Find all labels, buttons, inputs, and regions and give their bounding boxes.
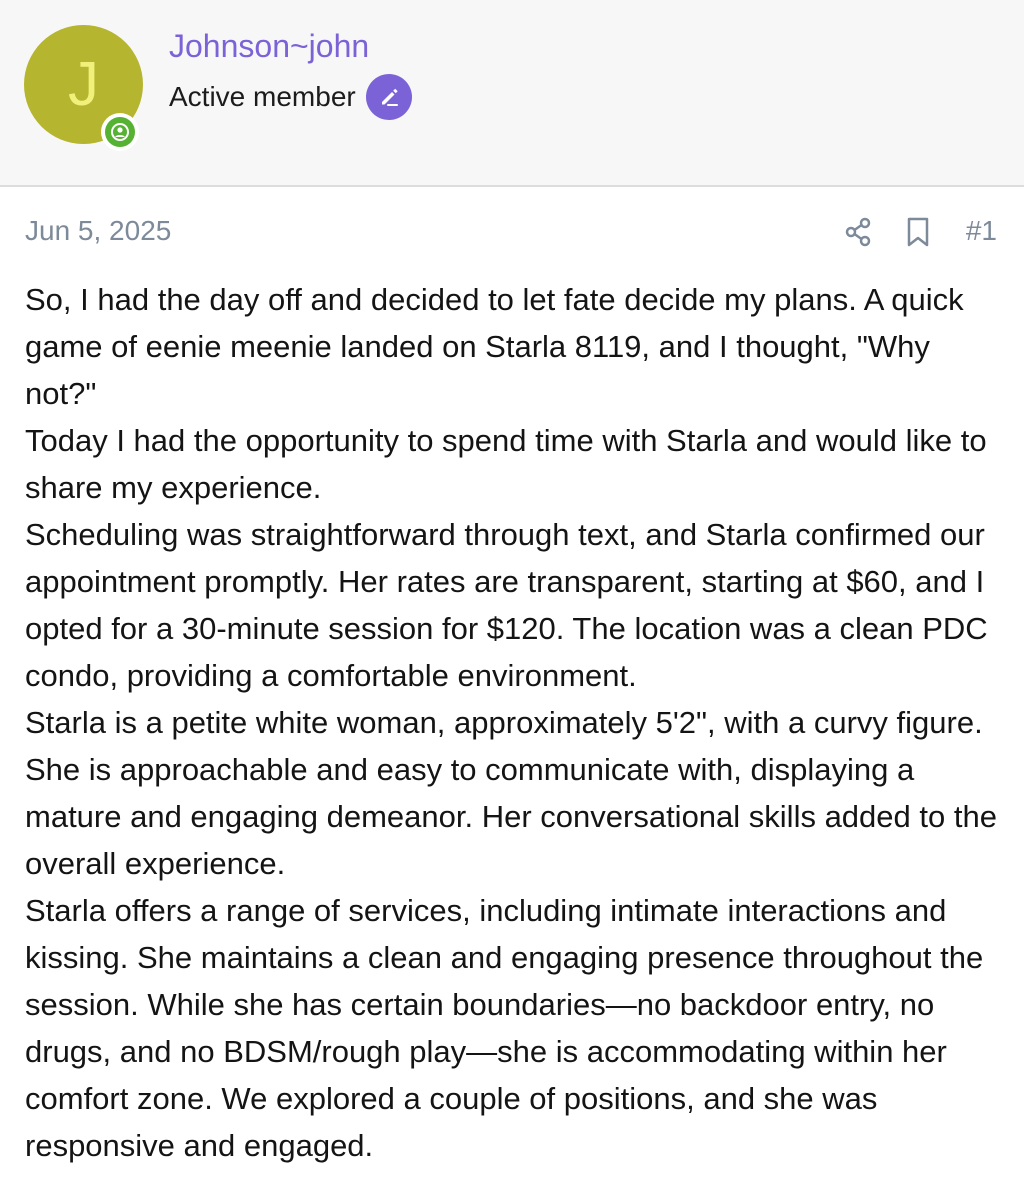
post-meta-row: Jun 5, 2025 #1 <box>25 213 999 253</box>
share-icon[interactable] <box>843 215 873 249</box>
post-number-link[interactable]: #1 <box>966 215 997 247</box>
post-body: So, I had the day off and decided to let… <box>25 276 1005 1169</box>
username-link[interactable]: Johnson~john <box>169 28 369 65</box>
post-paragraph: Scheduling was straightforward through t… <box>25 517 988 693</box>
post-author-header: J Johnson~john Active member <box>0 0 1024 187</box>
edit-pencil-icon <box>365 74 412 120</box>
post-paragraph: Starla offers a range of services, inclu… <box>25 893 984 1163</box>
user-role-title: Active member <box>169 81 356 112</box>
post-paragraph: Starla is a petite white woman, approxim… <box>25 705 997 881</box>
online-status-icon <box>101 113 139 151</box>
user-role-row: Active member <box>169 74 412 120</box>
post-date[interactable]: Jun 5, 2025 <box>25 215 171 247</box>
post-paragraph: Today I had the opportunity to spend tim… <box>25 423 987 505</box>
post-paragraph: So, I had the day off and decided to let… <box>25 282 964 411</box>
bookmark-icon[interactable] <box>903 215 933 249</box>
